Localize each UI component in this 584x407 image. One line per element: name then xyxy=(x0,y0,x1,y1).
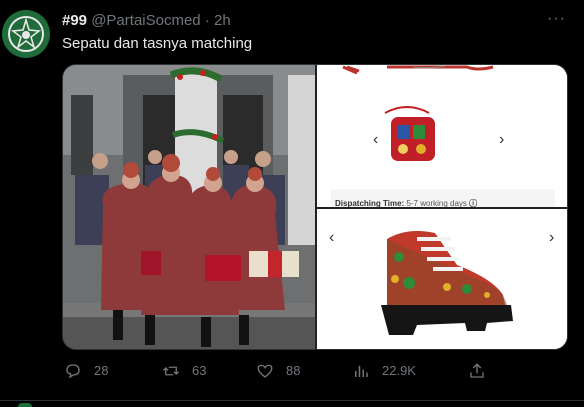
shoe-prev-button[interactable]: ‹ xyxy=(329,229,334,247)
share-icon xyxy=(470,363,484,378)
separator: · xyxy=(204,12,210,29)
retweet-count: 63 xyxy=(192,363,207,378)
reply-count: 28 xyxy=(94,363,109,378)
retweet-button[interactable]: 63 xyxy=(162,362,206,380)
more-horizontal-icon: ··· xyxy=(547,10,566,27)
tweet-actions: 28 63 88 22.9K xyxy=(62,362,568,384)
avatar[interactable] xyxy=(2,10,50,58)
dispatch-value: 5-7 working days xyxy=(406,199,467,207)
display-name[interactable]: #99 xyxy=(62,12,87,29)
shoe-next-button[interactable]: › xyxy=(549,229,554,247)
bag-next-button[interactable]: › xyxy=(499,131,504,149)
handle[interactable]: @PartaiSocmed xyxy=(91,12,200,29)
views-chart-icon xyxy=(355,365,368,377)
party-logo-icon xyxy=(2,10,50,58)
group-photo[interactable] xyxy=(63,65,315,349)
shoe-product-image[interactable]: ‹ › xyxy=(317,209,567,349)
group-photo-image xyxy=(63,65,315,349)
dispatch-time: Dispatching Time: 5-7 working days ⓘ xyxy=(335,198,477,207)
retweet-icon xyxy=(163,366,179,376)
info-icon: ⓘ xyxy=(469,199,478,207)
bag-prev-button[interactable]: ‹ xyxy=(373,131,378,149)
views-button[interactable]: 22.9K xyxy=(352,362,416,380)
reply-button[interactable]: 28 xyxy=(64,362,108,380)
view-count: 22.9K xyxy=(382,363,416,378)
next-avatar-edge xyxy=(18,403,32,407)
share-button[interactable] xyxy=(468,362,498,380)
shoe-illustration xyxy=(317,209,567,349)
heart-icon xyxy=(257,364,273,378)
like-count: 88 xyxy=(286,363,301,378)
like-button[interactable]: 88 xyxy=(256,362,300,380)
dispatch-label: Dispatching Time: xyxy=(335,199,405,207)
tweet-header: #99 @PartaiSocmed · 2h xyxy=(62,12,231,29)
tweet-text: Sepatu dan tasnya matching xyxy=(62,35,253,52)
bag-product-image[interactable]: ‹ › Dispatching Time: 5-7 working days ⓘ xyxy=(317,65,567,207)
tweet-divider xyxy=(0,400,584,401)
timestamp[interactable]: 2h xyxy=(214,12,231,29)
reply-icon xyxy=(66,364,80,379)
more-button[interactable]: ··· xyxy=(547,10,566,28)
media-grid: ‹ › Dispatching Time: 5-7 working days ⓘ… xyxy=(62,64,568,350)
bag-illustration xyxy=(317,65,567,207)
